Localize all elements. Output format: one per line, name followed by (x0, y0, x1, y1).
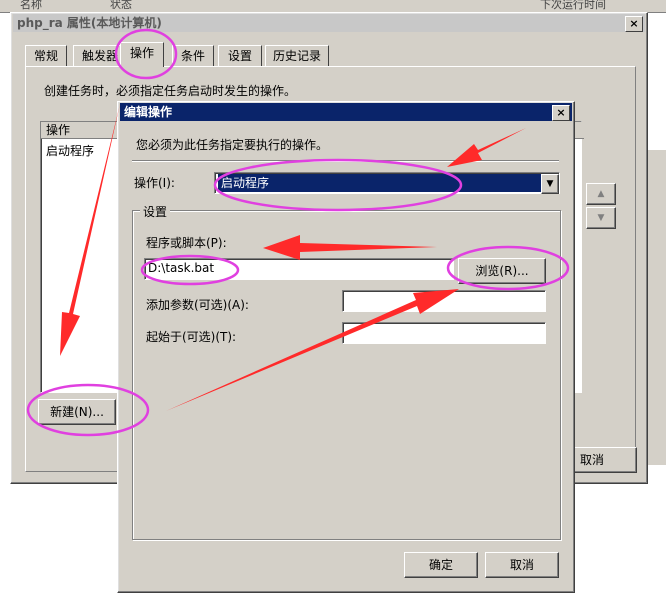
action-type-label: 操作(I): (134, 176, 175, 190)
ok-button[interactable]: 确定 (404, 552, 478, 578)
edit-dialog-cancel-button[interactable]: 取消 (485, 552, 559, 578)
list-item[interactable]: 启动程序 (46, 142, 94, 159)
browse-button[interactable]: 浏览(R)... (458, 258, 546, 284)
properties-close-icon[interactable]: × (625, 16, 643, 32)
action-type-value: 启动程序 (218, 174, 546, 192)
program-input[interactable]: D:\task.bat (144, 258, 454, 280)
background-column-status: 状态 (110, 0, 132, 11)
actions-hint: 创建任务时，必须指定任务启动时发生的操作。 (44, 84, 297, 98)
properties-titlebar: php_ra 属性(本地计算机) (13, 14, 645, 32)
args-label: 添加参数(可选)(A): (146, 298, 249, 312)
edit-dialog-title: 编辑操作 (124, 105, 173, 119)
properties-title: php_ra 属性(本地计算机) (17, 16, 162, 30)
settings-group-title: 设置 (140, 203, 171, 220)
edit-dialog-prompt: 您必须为此任务指定要执行的操作。 (136, 138, 329, 152)
start-in-input[interactable] (342, 322, 546, 344)
background-column-next-run: 下次运行时间 (540, 0, 606, 11)
new-action-button[interactable]: 新建(N)... (38, 399, 116, 425)
background-column-name: 名称 (20, 0, 42, 11)
tab-conditions[interactable]: 条件 (172, 45, 214, 66)
move-down-icon[interactable]: ▼ (586, 207, 616, 229)
edit-dialog-titlebar: 编辑操作 (120, 103, 572, 121)
tab-triggers[interactable]: 触发器 (73, 45, 127, 66)
edit-action-dialog: 编辑操作 × 您必须为此任务指定要执行的操作。 操作(I): 启动程序 ▼ 设置… (117, 101, 575, 593)
tab-settings[interactable]: 设置 (218, 45, 262, 66)
background-bottom (0, 596, 666, 612)
separator (132, 160, 559, 161)
tab-history[interactable]: 历史记录 (265, 45, 329, 66)
move-up-icon[interactable]: ▲ (586, 183, 616, 205)
args-input[interactable] (342, 290, 546, 312)
edit-dialog-close-icon[interactable]: × (552, 105, 570, 121)
tab-actions[interactable]: 操作 (120, 42, 164, 67)
action-type-select[interactable]: 启动程序 ▼ (214, 172, 560, 194)
chevron-down-icon[interactable]: ▼ (541, 174, 559, 194)
program-label: 程序或脚本(P): (146, 236, 227, 250)
start-in-label: 起始于(可选)(T): (146, 330, 237, 344)
tab-general[interactable]: 常规 (25, 45, 67, 66)
